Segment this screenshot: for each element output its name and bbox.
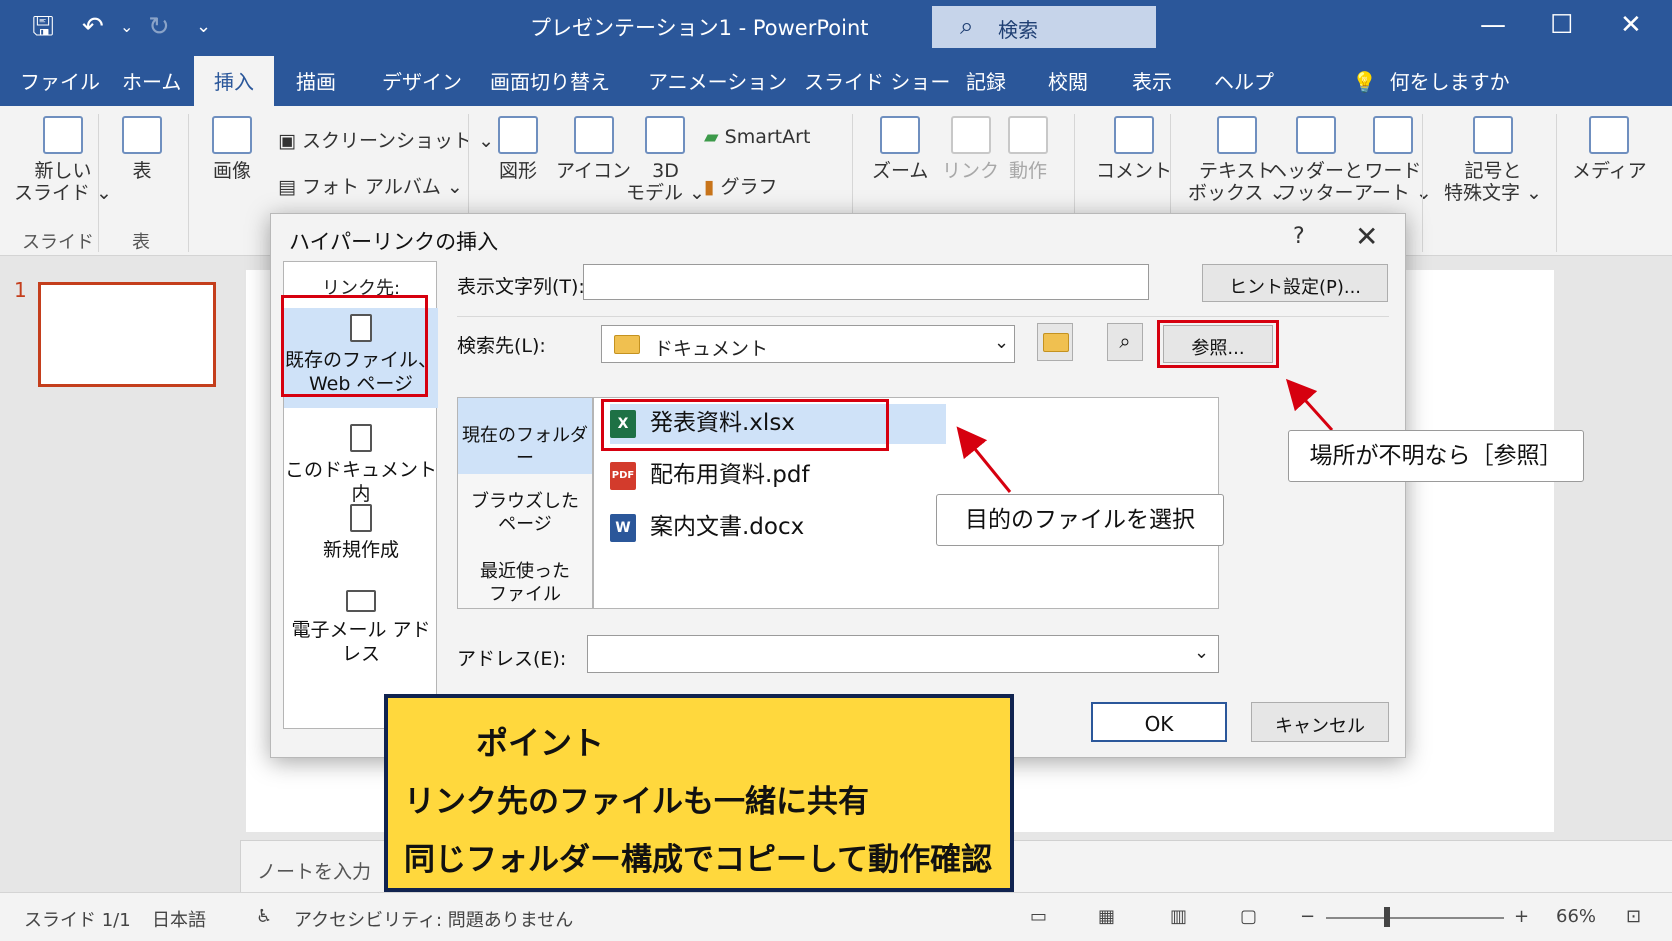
point-line-1: リンク先のファイルも一緒に共有 bbox=[404, 784, 869, 820]
browse-hint-callout: 場所が不明なら［参照］ bbox=[1288, 430, 1584, 482]
select-hint-callout: 目的のファイルを選択 bbox=[936, 494, 1224, 546]
arrow-to-file bbox=[956, 426, 1012, 493]
point-title: ポイント bbox=[476, 724, 605, 762]
point-box: ポイント リンク先のファイルも一緒に共有 同じフォルダー構成でコピーして動作確認 bbox=[384, 694, 1014, 892]
point-line-2: 同じフォルダー構成でコピーして動作確認 bbox=[404, 842, 993, 878]
arrow-to-browse bbox=[1285, 378, 1334, 432]
